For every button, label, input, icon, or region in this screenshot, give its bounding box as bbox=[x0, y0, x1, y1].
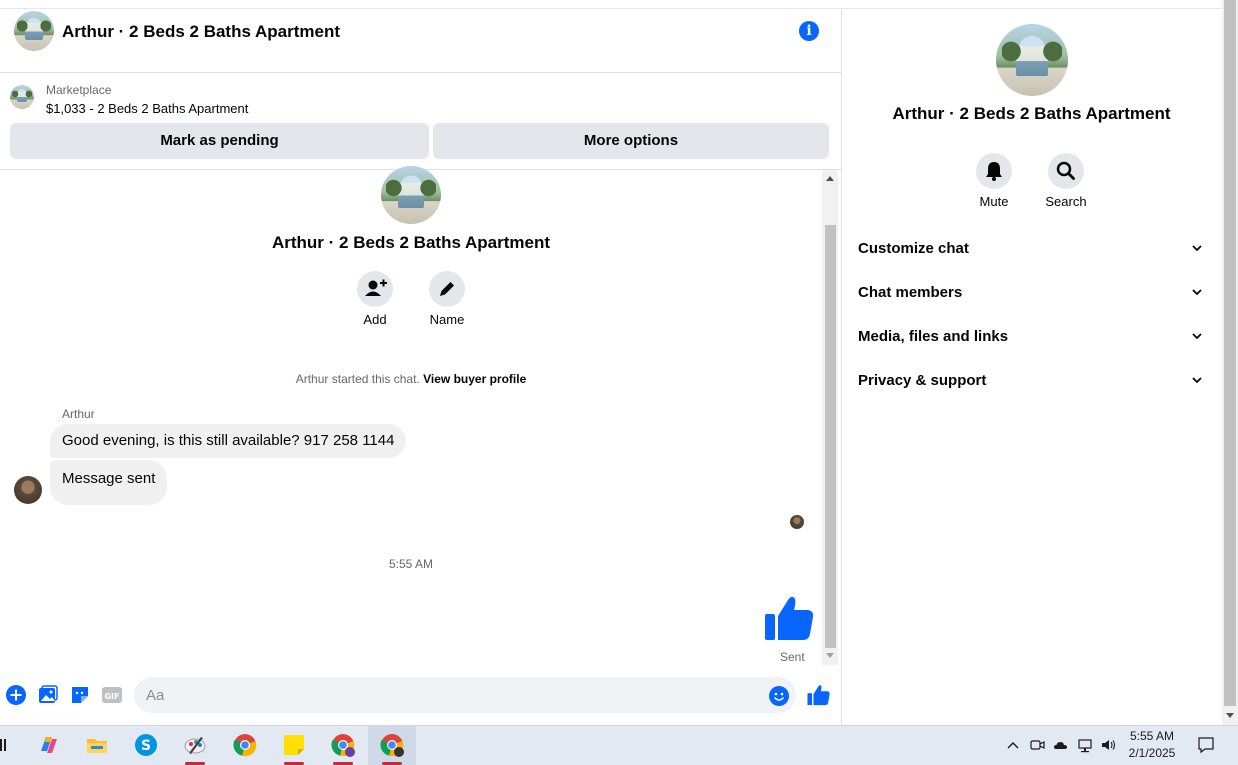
row-label: Privacy & support bbox=[858, 372, 987, 389]
sticker-icon[interactable] bbox=[70, 685, 90, 705]
sender-avatar[interactable] bbox=[14, 476, 42, 504]
onedrive-icon[interactable] bbox=[1053, 737, 1069, 753]
like-button-icon[interactable] bbox=[807, 683, 831, 707]
show-hidden-icons-icon[interactable] bbox=[1005, 737, 1021, 753]
chrome-active-icon[interactable] bbox=[368, 725, 416, 765]
chevron-down-icon bbox=[1192, 377, 1202, 384]
listing-thumbnail[interactable] bbox=[10, 85, 34, 109]
marketplace-label: Marketplace bbox=[46, 83, 112, 97]
customize-chat-row[interactable]: Customize chat bbox=[858, 240, 1208, 264]
sticky-notes-icon[interactable] bbox=[270, 725, 318, 765]
search-label: Search bbox=[1045, 194, 1087, 209]
taskbar-clock-date[interactable]: 2/1/2025 bbox=[1128, 746, 1176, 760]
chevron-down-icon bbox=[1192, 245, 1202, 252]
row-label: Customize chat bbox=[858, 240, 969, 257]
row-label: Chat members bbox=[858, 284, 963, 301]
task-view-icon[interactable] bbox=[0, 736, 8, 754]
row-label: Media, files and links bbox=[858, 328, 1009, 345]
network-icon[interactable] bbox=[1077, 737, 1093, 753]
page-scroll-down-icon[interactable] bbox=[1226, 713, 1234, 718]
sender-name: Arthur bbox=[62, 407, 95, 421]
skype-icon[interactable]: S bbox=[122, 725, 170, 765]
add-label: Add bbox=[363, 312, 387, 327]
pencil-icon bbox=[440, 282, 454, 296]
plus-circle-icon[interactable] bbox=[6, 685, 26, 705]
chat-members-row[interactable]: Chat members bbox=[858, 284, 1208, 308]
info-icon[interactable]: i bbox=[799, 21, 819, 41]
message-timestamp: 5:55 AM bbox=[388, 557, 434, 571]
chrome-profile-icon[interactable] bbox=[319, 725, 367, 765]
name-label: Name bbox=[429, 312, 465, 327]
chat-scroll-thumb[interactable] bbox=[825, 225, 836, 648]
file-explorer-icon[interactable] bbox=[73, 725, 121, 765]
thread-title: Arthur · 2 Beds 2 Baths Apartment bbox=[271, 233, 551, 252]
chat-title[interactable]: Arthur · 2 Beds 2 Baths Apartment bbox=[62, 22, 340, 42]
copilot-icon[interactable] bbox=[25, 725, 73, 765]
chrome-icon[interactable] bbox=[221, 725, 269, 765]
chat-started-notice: Arthur started this chat. View buyer pro… bbox=[0, 372, 822, 386]
scroll-up-arrow-icon[interactable] bbox=[826, 176, 834, 181]
svg-text:S: S bbox=[141, 738, 151, 754]
top-strip bbox=[0, 0, 1222, 9]
media-files-links-row[interactable]: Media, files and links bbox=[858, 328, 1208, 352]
name-chat-button[interactable] bbox=[429, 271, 465, 307]
message-bubble[interactable]: Good evening, is this still available? 9… bbox=[50, 424, 407, 458]
notification-center-icon[interactable] bbox=[1197, 736, 1215, 754]
read-receipt-avatar bbox=[790, 515, 804, 529]
more-options-button[interactable]: More options bbox=[433, 123, 829, 159]
page-scroll-thumb[interactable] bbox=[1224, 0, 1236, 706]
photo-icon[interactable] bbox=[38, 685, 58, 705]
meet-now-icon[interactable] bbox=[1029, 737, 1045, 753]
mark-as-pending-button[interactable]: Mark as pending bbox=[10, 123, 429, 159]
chat-started-text: Arthur started this chat. bbox=[295, 372, 424, 386]
view-buyer-profile-link[interactable]: View buyer profile bbox=[423, 372, 526, 386]
add-person-icon bbox=[365, 279, 387, 296]
paint-icon[interactable] bbox=[171, 725, 219, 765]
taskbar-clock-time[interactable]: 5:55 AM bbox=[1128, 729, 1176, 743]
panel-title: Arthur · 2 Beds 2 Baths Apartment bbox=[892, 104, 1171, 123]
svg-text:GIF: GIF bbox=[104, 692, 119, 701]
chevron-down-icon bbox=[1192, 289, 1202, 296]
add-people-button[interactable] bbox=[357, 271, 393, 307]
listing-title[interactable]: $1,033 - 2 Beds 2 Baths Apartment bbox=[46, 101, 248, 116]
chat-avatar[interactable] bbox=[14, 11, 54, 51]
mute-button[interactable] bbox=[976, 153, 1012, 189]
chevron-down-icon bbox=[1192, 333, 1202, 340]
thread-avatar bbox=[381, 166, 441, 224]
volume-icon[interactable] bbox=[1100, 737, 1116, 753]
bell-icon bbox=[986, 162, 1002, 181]
gif-icon[interactable]: GIF bbox=[102, 685, 122, 705]
emoji-icon[interactable] bbox=[768, 685, 790, 707]
privacy-support-row[interactable]: Privacy & support bbox=[858, 372, 1208, 396]
message-bubble[interactable]: Message sent bbox=[50, 460, 168, 505]
scroll-down-arrow-icon[interactable] bbox=[826, 653, 834, 658]
message-input[interactable] bbox=[134, 677, 796, 713]
sent-status: Sent bbox=[780, 650, 805, 664]
search-icon bbox=[1056, 161, 1075, 180]
panel-avatar bbox=[996, 24, 1068, 96]
search-button[interactable] bbox=[1048, 153, 1084, 189]
mute-label: Mute bbox=[979, 194, 1009, 209]
thumbs-up-icon[interactable] bbox=[764, 592, 816, 644]
